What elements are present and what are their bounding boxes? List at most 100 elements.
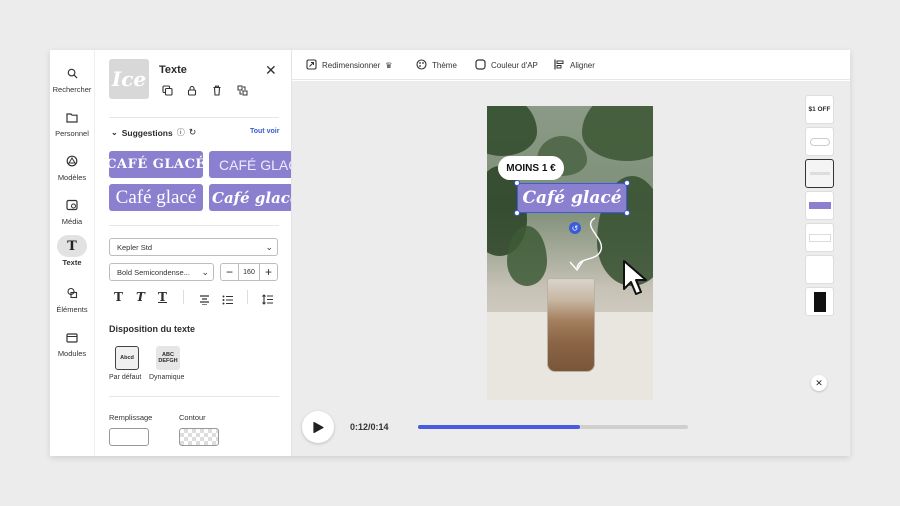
modules-icon [60,326,84,348]
scene-thumbnail[interactable] [805,287,834,316]
layout-dynamic-icon-text: ABC DEFGH [158,352,178,364]
font-family-select[interactable]: Kepler Std ⌄ [109,238,278,256]
scene-thumbnail[interactable] [805,159,834,188]
rail-label: Personnel [55,129,89,138]
align-center-icon[interactable] [199,292,210,310]
trash-icon[interactable] [211,84,223,96]
arrange-icon[interactable] [236,84,248,96]
layout-default-option[interactable]: Abcd [115,346,139,370]
scene-thumbnail[interactable] [805,223,834,252]
editor-app: Rechercher Personnel Modèles Média T Tex… [50,50,850,456]
suggestion-chip[interactable]: CAFÉ GLACÉ [109,151,203,178]
text-thumbnail: Ice [109,59,149,99]
rail-item-elements[interactable]: Éléments [50,282,94,322]
rail-item-modules[interactable]: Modules [50,326,94,366]
playback-time: 0:12/0:14 [350,422,389,432]
play-button[interactable] [302,411,334,443]
leaf-shape [507,226,547,286]
layout-dynamic-option[interactable]: ABC DEFGH [156,346,180,370]
cursor-icon [623,260,647,295]
suggestion-chip[interactable]: Café glacé [209,184,291,211]
close-icon[interactable]: ✕ [811,375,827,391]
rail-label: Texte [62,258,82,267]
layout-default-label: Par défaut [109,374,142,381]
scene-thumbnail[interactable]: $1 OFF [805,95,834,124]
see-all-link[interactable]: Tout voir [250,128,279,135]
suggestions-header[interactable]: ⌄ Suggestions ⓘ ↻ [111,127,196,138]
rail-label: Rechercher [52,85,92,94]
scene-preview-shape [808,233,831,242]
brand-color-button[interactable]: Couleur d'AP [475,59,538,72]
minus-icon[interactable]: − [221,264,238,280]
resize-handle[interactable] [624,180,630,186]
color-swatch-icon [475,59,486,72]
leaf-shape [487,106,537,156]
timeline-progress [418,425,580,429]
font-size-value[interactable]: 160 [238,264,260,280]
templates-icon [60,150,84,172]
chevron-down-icon: ⌄ [265,242,273,252]
canvas-area: MOINS 1 € Café glacé ↺ 0:12/0:14 $1 OFF … [292,81,850,456]
search-icon [60,62,84,84]
timeline-track[interactable] [418,425,688,429]
italic-text-icon[interactable]: T [136,290,145,304]
chevron-down-icon: ⌄ [111,128,118,137]
iced-coffee-glass [547,278,595,372]
divider [109,396,279,397]
font-style-select[interactable]: Bold Semicondense... ⌄ [109,263,214,281]
rail-item-personal[interactable]: Personnel [50,106,94,146]
layout-dynamic-label: Dynamique [149,374,185,381]
resize-handle[interactable] [624,210,630,216]
bold-text-icon[interactable]: T [114,290,123,304]
rail-label: Éléments [56,305,88,314]
rail-item-search[interactable]: Rechercher [50,62,94,102]
rail-label: Modèles [57,173,87,182]
palette-icon [416,59,427,72]
rail-item-media[interactable]: Média [50,194,94,234]
duplicate-icon[interactable] [161,84,173,96]
fill-label: Remplissage [109,413,153,422]
suggestion-chip[interactable]: CAFÉ GLACÉ [209,151,291,178]
rotate-icon[interactable]: ↺ [569,222,581,234]
fill-color-swatch[interactable] [109,428,149,446]
stroke-label: Contour [179,413,206,422]
scene-preview-shape [809,137,830,146]
scene-label: $1 OFF [808,106,831,113]
theme-button[interactable]: Thème [416,59,457,72]
line-spacing-icon[interactable] [262,292,273,310]
selected-title-text[interactable]: Café glacé [517,183,627,213]
scene-preview-shape [808,202,831,209]
scene-thumbnail[interactable] [805,191,834,220]
rail-item-text[interactable]: T Texte [50,235,94,275]
lock-icon[interactable] [186,84,198,96]
plus-icon[interactable]: + [260,264,277,280]
info-icon: ⓘ [176,128,185,137]
theme-label: Thème [432,61,457,70]
close-icon[interactable]: ✕ [265,62,277,79]
align-left-icon [554,59,565,72]
leaf-shape [582,106,653,161]
font-size-stepper[interactable]: − 160 + [220,263,278,281]
price-badge[interactable]: MOINS 1 € [498,156,564,180]
text-icon: T [57,235,87,257]
refresh-icon[interactable]: ↻ [189,127,197,138]
resize-handle[interactable] [514,210,520,216]
brand-color-label: Couleur d'AP [491,61,538,70]
divider [109,117,279,118]
font-family-value: Kepler Std [117,242,153,252]
align-button[interactable]: Aligner [554,59,595,72]
rail-label: Modules [57,349,87,358]
play-icon [313,421,324,433]
bullet-list-icon[interactable] [222,292,233,310]
media-icon [60,194,84,216]
divider [109,225,279,226]
resize-handle[interactable] [514,180,520,186]
underline-text-icon[interactable]: T [158,290,167,304]
scene-thumbnail[interactable] [805,127,834,156]
suggestion-chip[interactable]: Café glacé [109,184,203,211]
scene-thumbnail[interactable] [805,255,834,284]
resize-button[interactable]: Redimensionner ♛ [306,59,392,72]
rail-item-templates[interactable]: Modèles [50,150,94,190]
stroke-color-swatch[interactable] [179,428,219,446]
artboard[interactable]: MOINS 1 € Café glacé ↺ [487,106,653,400]
